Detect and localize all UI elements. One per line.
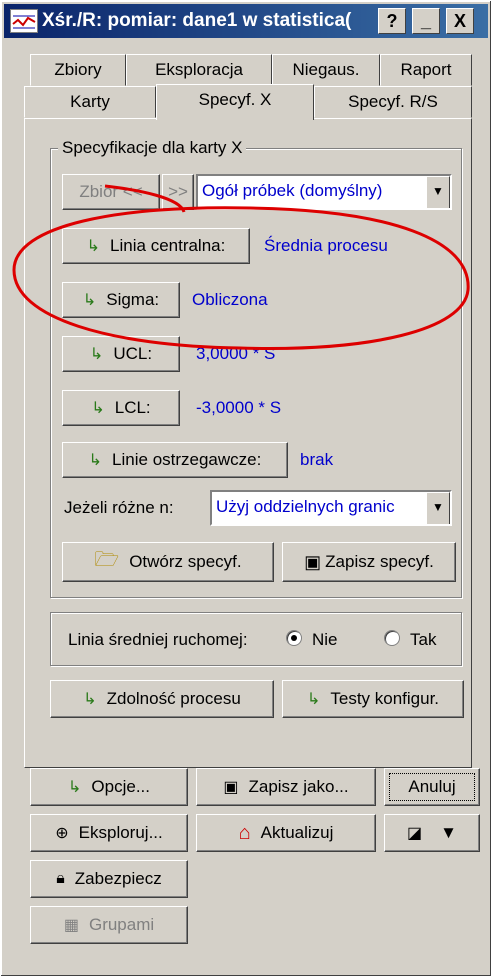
- moving-avg-label: Linia średniej ruchomej:: [68, 630, 248, 649]
- tab-eksploracja[interactable]: Eksploracja: [126, 54, 272, 86]
- arrow-select-icon: ↳: [91, 400, 105, 417]
- save-spec-label: Zapisz specyf.: [325, 552, 434, 571]
- lock-icon: 🔒︎: [56, 870, 65, 887]
- home-up-icon: ⌂: [238, 821, 251, 844]
- lcl-value: -3,0000 * S: [196, 398, 282, 417]
- radio-tak-label: Tak: [410, 630, 437, 649]
- radio-nie-label: Nie: [312, 630, 338, 649]
- warning-lines-button[interactable]: ↳ Linie ostrzegawcze:: [62, 442, 288, 478]
- help-button[interactable]: ?: [378, 8, 406, 34]
- sigma-button[interactable]: ↳ Sigma:: [62, 282, 180, 318]
- arrow-button: >>: [162, 174, 194, 210]
- lcl-button[interactable]: ↳ LCL:: [62, 390, 180, 426]
- capability-label: Zdolność procesu: [106, 689, 241, 708]
- sample-combo-value: Ogół próbek (domyślny): [202, 181, 383, 200]
- grid-icon: ▦: [63, 917, 79, 934]
- arrow-label: >>: [168, 182, 188, 201]
- explore-label: Eksploruj...: [78, 823, 163, 842]
- open-spec-label: Otwórz specyf.: [129, 552, 242, 571]
- zbior-label: Zbiór <<: [79, 182, 143, 201]
- arrow-select-icon: ↳: [68, 779, 82, 796]
- arrow-select-icon: ↳: [89, 346, 104, 363]
- sample-combo[interactable]: Ogół próbek (domyślny) ▼: [196, 174, 452, 210]
- folder-open-icon: 🗁: [94, 549, 120, 571]
- save-as-button[interactable]: ▣ Zapisz jako...: [196, 768, 376, 806]
- chevron-down-icon[interactable]: ▼: [426, 176, 450, 208]
- ucl-label: UCL:: [113, 344, 153, 363]
- radio-nie[interactable]: [286, 630, 302, 646]
- groups-label: Grupami: [88, 915, 155, 934]
- if-diff-combo-value: Użyj oddzielnych granic: [216, 497, 395, 516]
- arrow-select-icon: ↳: [88, 452, 103, 469]
- center-line-value: Średnia procesu: [264, 236, 388, 255]
- tests-label: Testy konfigur.: [330, 689, 440, 708]
- sigma-value: Obliczona: [192, 290, 268, 309]
- app-icon: [10, 9, 38, 33]
- chevron-down-icon[interactable]: ▼: [426, 492, 450, 524]
- center-line-button[interactable]: ↳ Linia centralna:: [62, 228, 250, 264]
- tests-button[interactable]: ↳ Testy konfigur.: [282, 680, 464, 718]
- update-label: Aktualizuj: [260, 823, 334, 842]
- if-diff-combo[interactable]: Użyj oddzielnych granic ▼: [210, 490, 452, 526]
- warning-lines-label: Linie ostrzegawcze:: [112, 450, 262, 469]
- radio-tak[interactable]: [384, 630, 400, 646]
- arrow-select-icon: ↳: [83, 691, 97, 708]
- tab-zbiory[interactable]: Zbiory: [30, 54, 126, 86]
- arrow-select-icon: ↳: [82, 292, 97, 309]
- sigma-label: Sigma:: [106, 290, 160, 309]
- arrow-select-icon: ↳: [306, 691, 321, 708]
- zbior-button: Zbiór <<: [62, 174, 160, 210]
- ucl-value: 3,0000 * S: [196, 344, 276, 363]
- floppy-disk-icon: ▣: [304, 551, 322, 572]
- save-spec-button[interactable]: ▣ Zapisz specyf.: [282, 542, 456, 582]
- tab-niegaus[interactable]: Niegaus.: [272, 54, 380, 86]
- center-line-label: Linia centralna:: [110, 236, 226, 255]
- cancel-button[interactable]: Anuluj: [384, 768, 480, 806]
- options-button[interactable]: ↳ Opcje...: [30, 768, 188, 806]
- title-bar[interactable]: Xśr./R: pomiar: dane1 w statistica( ? _ …: [4, 4, 488, 38]
- arrow-select-icon: ↳: [86, 238, 101, 255]
- secure-label: Zabezpiecz: [74, 869, 162, 888]
- tab-specyf-x[interactable]: Specyf. X: [156, 84, 314, 120]
- capability-button[interactable]: ↳ Zdolność procesu: [50, 680, 274, 718]
- tab-karty[interactable]: Karty: [24, 86, 156, 118]
- tab-specyf-rs[interactable]: Specyf. R/S: [314, 86, 472, 118]
- close-button[interactable]: X: [446, 8, 474, 34]
- floppy-disk-icon: ▣: [223, 779, 239, 796]
- if-diff-label: Jeżeli różne n:: [64, 498, 174, 517]
- chevron-down-icon[interactable]: ▼: [440, 823, 457, 843]
- window-title: Xśr./R: pomiar: dane1 w statistica(: [42, 10, 352, 31]
- warning-lines-value: brak: [300, 450, 334, 469]
- lcl-label: LCL:: [114, 398, 151, 417]
- cancel-label: Anuluj: [408, 777, 456, 796]
- explore-button[interactable]: ⊕ Eksploruj...: [30, 814, 188, 852]
- spec-group: [50, 148, 462, 598]
- spec-group-legend: Specyfikacje dla karty X: [58, 138, 247, 158]
- ucl-button[interactable]: ↳ UCL:: [62, 336, 180, 372]
- magnifier-icon: ⊕: [55, 825, 69, 842]
- minimize-button[interactable]: _: [412, 8, 440, 34]
- chart-icon: ◪: [407, 825, 423, 842]
- update-button[interactable]: ⌂ Aktualizuj: [196, 814, 376, 852]
- open-spec-button[interactable]: 🗁 Otwórz specyf.: [62, 542, 274, 582]
- tab-raport[interactable]: Raport: [380, 54, 472, 86]
- chart-options-button[interactable]: ◪ ▼: [384, 814, 480, 852]
- secure-button[interactable]: 🔒︎ Zabezpiecz: [30, 860, 188, 898]
- options-label: Opcje...: [91, 777, 150, 796]
- groups-button: ▦ Grupami: [30, 906, 188, 944]
- save-as-label: Zapisz jako...: [248, 777, 349, 796]
